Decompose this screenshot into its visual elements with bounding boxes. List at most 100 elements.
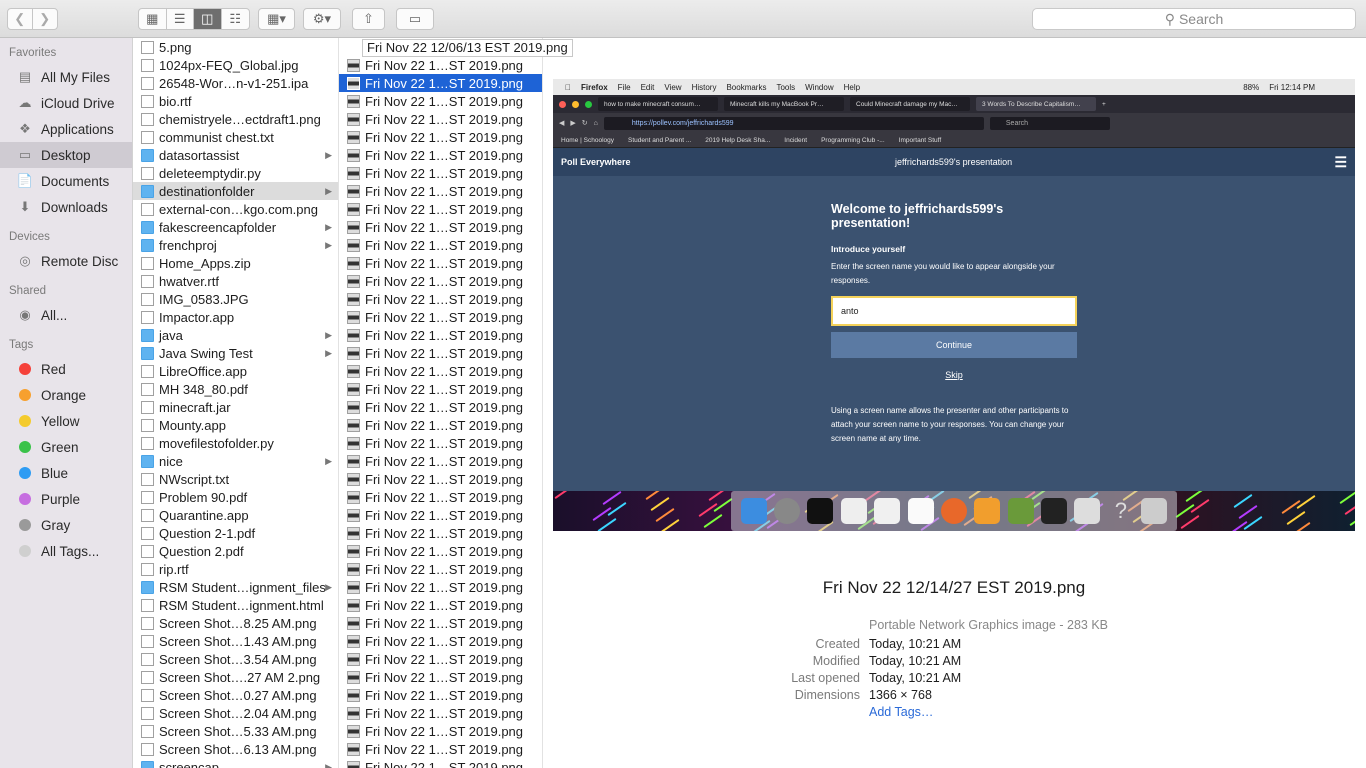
- file-row[interactable]: Fri Nov 22 1…ST 2019.png: [339, 326, 542, 344]
- file-row[interactable]: Fri Nov 22 1…ST 2019.png: [339, 56, 542, 74]
- file-row[interactable]: Fri Nov 22 1…ST 2019.png: [339, 686, 542, 704]
- file-row[interactable]: Home_Apps.zip: [133, 254, 338, 272]
- file-row[interactable]: Screen Shot…8.25 AM.png: [133, 614, 338, 632]
- file-row[interactable]: Fri Nov 22 1…ST 2019.png: [339, 416, 542, 434]
- cover-flow-button[interactable]: ☷: [222, 9, 249, 29]
- file-row[interactable]: deleteemptydir.py: [133, 164, 338, 182]
- file-row[interactable]: Problem 90.pdf: [133, 488, 338, 506]
- file-row[interactable]: Fri Nov 22 1…ST 2019.png: [339, 524, 542, 542]
- file-row[interactable]: Question 2-1.pdf: [133, 524, 338, 542]
- list-view-button[interactable]: ☰: [167, 9, 194, 29]
- file-row[interactable]: Fri Nov 22 1…ST 2019.png: [339, 254, 542, 272]
- file-row[interactable]: Fri Nov 22 1…ST 2019.png: [339, 308, 542, 326]
- sidebar-item-remote-disc[interactable]: ◎ Remote Disc: [0, 248, 132, 274]
- file-row[interactable]: MH 348_80.pdf: [133, 380, 338, 398]
- file-row[interactable]: Fri Nov 22 1…ST 2019.png: [339, 218, 542, 236]
- file-row[interactable]: bio.rtf: [133, 92, 338, 110]
- tags-button[interactable]: ▭: [396, 8, 434, 30]
- file-row[interactable]: Fri Nov 22 1…ST 2019.png: [339, 470, 542, 488]
- file-row[interactable]: Fri Nov 22 1…ST 2019.png: [339, 92, 542, 110]
- sidebar-tag-green[interactable]: Green: [0, 434, 132, 460]
- file-row[interactable]: Fri Nov 22 1…ST 2019.png: [339, 596, 542, 614]
- file-row-selected[interactable]: Fri Nov 22 1…ST 2019.png: [339, 74, 542, 92]
- file-row[interactable]: Fri Nov 22 1…ST 2019.png: [339, 704, 542, 722]
- file-row[interactable]: Java Swing Test ▶: [133, 344, 338, 362]
- file-row[interactable]: Fri Nov 22 1…ST 2019.png: [339, 488, 542, 506]
- file-row[interactable]: frenchproj ▶: [133, 236, 338, 254]
- file-row[interactable]: RSM Student…ignment.html: [133, 596, 338, 614]
- file-row[interactable]: LibreOffice.app: [133, 362, 338, 380]
- file-row[interactable]: Fri Nov 22 1…ST 2019.png: [339, 650, 542, 668]
- forward-button[interactable]: ❯: [33, 9, 57, 29]
- file-row[interactable]: Screen Shot…1.43 AM.png: [133, 632, 338, 650]
- file-row[interactable]: datasortassist ▶: [133, 146, 338, 164]
- file-row[interactable]: nice ▶: [133, 452, 338, 470]
- sidebar-item-shared-all[interactable]: ◉ All...: [0, 302, 132, 328]
- file-row[interactable]: Fri Nov 22 1…ST 2019.png: [339, 398, 542, 416]
- file-row[interactable]: Fri Nov 22 1…ST 2019.png: [339, 578, 542, 596]
- file-row[interactable]: Fri Nov 22 1…ST 2019.png: [339, 452, 542, 470]
- sidebar-item-applications[interactable]: ❖ Applications: [0, 116, 132, 142]
- share-button[interactable]: ⇧: [352, 8, 385, 30]
- sidebar-item-all-my-files[interactable]: ▤ All My Files: [0, 64, 132, 90]
- file-row[interactable]: Fri Nov 22 1…ST 2019.png: [339, 200, 542, 218]
- file-row[interactable]: Fri Nov 22 1…ST 2019.png: [339, 506, 542, 524]
- file-row[interactable]: rip.rtf: [133, 560, 338, 578]
- file-row[interactable]: Fri Nov 22 1…ST 2019.png: [339, 668, 542, 686]
- column-view-button[interactable]: ◫: [194, 9, 222, 29]
- file-row[interactable]: communist chest.txt: [133, 128, 338, 146]
- file-row[interactable]: Fri Nov 22 1…ST 2019.png: [339, 560, 542, 578]
- file-row[interactable]: Impactor.app: [133, 308, 338, 326]
- sidebar-tag-yellow[interactable]: Yellow: [0, 408, 132, 434]
- file-row[interactable]: minecraft.jar: [133, 398, 338, 416]
- add-tags-link[interactable]: Add Tags…: [869, 705, 933, 719]
- file-row[interactable]: Fri Nov 22 1…ST 2019.png: [339, 632, 542, 650]
- file-row[interactable]: fakescreencapfolder ▶: [133, 218, 338, 236]
- file-row[interactable]: Fri Nov 22 1…ST 2019.png: [339, 344, 542, 362]
- sidebar-item-documents[interactable]: 📄 Documents: [0, 168, 132, 194]
- file-row[interactable]: Fri Nov 22 1…ST 2019.png: [339, 128, 542, 146]
- file-row[interactable]: destinationfolder ▶: [133, 182, 338, 200]
- file-row[interactable]: Fri Nov 22 1…ST 2019.png: [339, 164, 542, 182]
- sidebar-tag-orange[interactable]: Orange: [0, 382, 132, 408]
- file-row[interactable]: Fri Nov 22 1…ST 2019.png: [339, 758, 542, 768]
- file-row[interactable]: Fri Nov 22 1…ST 2019.png: [339, 614, 542, 632]
- back-button[interactable]: ❮: [8, 9, 33, 29]
- file-row[interactable]: Fri Nov 22 1…ST 2019.png: [339, 110, 542, 128]
- action-button[interactable]: ⚙▾: [303, 8, 341, 30]
- file-row[interactable]: Fri Nov 22 1…ST 2019.png: [339, 362, 542, 380]
- file-row[interactable]: Screen Shot…0.27 AM.png: [133, 686, 338, 704]
- file-row[interactable]: 26548-Wor…n-v1-251.ipa: [133, 74, 338, 92]
- file-row[interactable]: Screen Shot….27 AM 2.png: [133, 668, 338, 686]
- file-row[interactable]: Fri Nov 22 1…ST 2019.png: [339, 380, 542, 398]
- sidebar-item-downloads[interactable]: ⬇ Downloads: [0, 194, 132, 220]
- file-row[interactable]: 1024px-FEQ_Global.jpg: [133, 56, 338, 74]
- sidebar-tag-blue[interactable]: Blue: [0, 460, 132, 486]
- file-row[interactable]: IMG_0583.JPG: [133, 290, 338, 308]
- sidebar-tag-red[interactable]: Red: [0, 356, 132, 382]
- file-row[interactable]: Fri Nov 22 1…ST 2019.png: [339, 542, 542, 560]
- file-row[interactable]: Mounty.app: [133, 416, 338, 434]
- file-row[interactable]: Screen Shot…2.04 AM.png: [133, 704, 338, 722]
- sidebar-tag-purple[interactable]: Purple: [0, 486, 132, 512]
- file-row[interactable]: Screen Shot…3.54 AM.png: [133, 650, 338, 668]
- icon-view-button[interactable]: ▦: [139, 9, 167, 29]
- file-row[interactable]: Question 2.pdf: [133, 542, 338, 560]
- file-row[interactable]: external-con…kgo.com.png: [133, 200, 338, 218]
- file-row[interactable]: Fri Nov 22 1…ST 2019.png: [339, 740, 542, 758]
- file-row[interactable]: NWscript.txt: [133, 470, 338, 488]
- search-field[interactable]: ⚲ Search: [1032, 8, 1356, 30]
- file-row[interactable]: chemistryele…ectdraft1.png: [133, 110, 338, 128]
- file-row[interactable]: Screen Shot…5.33 AM.png: [133, 722, 338, 740]
- file-row[interactable]: Screen Shot…6.13 AM.png: [133, 740, 338, 758]
- file-row[interactable]: screencap ▶: [133, 758, 338, 768]
- file-row[interactable]: Fri Nov 22 1…ST 2019.png: [339, 236, 542, 254]
- file-row[interactable]: java ▶: [133, 326, 338, 344]
- file-row[interactable]: movefilestofolder.py: [133, 434, 338, 452]
- sidebar-tag-gray[interactable]: Gray: [0, 512, 132, 538]
- file-row[interactable]: Fri Nov 22 1…ST 2019.png: [339, 272, 542, 290]
- file-row[interactable]: Quarantine.app: [133, 506, 338, 524]
- sidebar-item-icloud-drive[interactable]: ☁ iCloud Drive: [0, 90, 132, 116]
- sidebar-item-desktop[interactable]: ▭ Desktop: [0, 142, 132, 168]
- file-row[interactable]: Fri Nov 22 1…ST 2019.png: [339, 722, 542, 740]
